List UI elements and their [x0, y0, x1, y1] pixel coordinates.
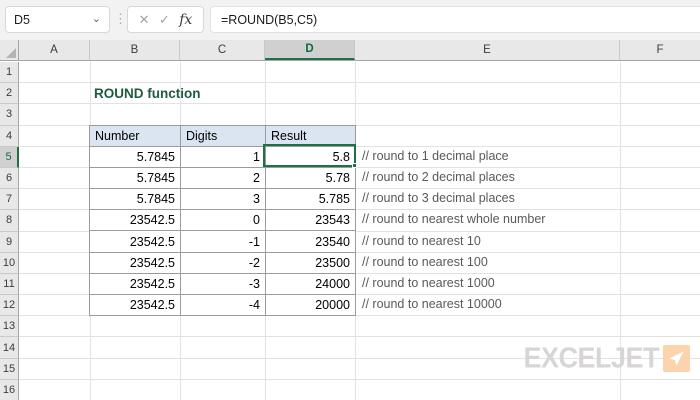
cell-c11[interactable]: -3 — [181, 273, 266, 295]
cell-b11[interactable]: 23542.5 — [90, 273, 181, 295]
formula-text: =ROUND(B5,C5) — [221, 12, 318, 27]
table-header-number[interactable]: Number — [90, 125, 181, 147]
cell-c8[interactable]: 0 — [181, 210, 266, 232]
formula-controls: ✕ ✓ fx — [127, 6, 204, 33]
row-header-7[interactable]: 7 — [0, 189, 19, 211]
comment-row10: // round to nearest 100 — [362, 254, 488, 269]
cell-b9[interactable]: 23542.5 — [90, 231, 181, 253]
more-icon: ⋮ — [114, 11, 127, 26]
row-header-6[interactable]: 6 — [0, 167, 19, 190]
row-header-12[interactable]: 12 — [0, 295, 19, 317]
row-header-2[interactable]: 2 — [0, 83, 19, 105]
comment-row8: // round to nearest whole number — [362, 212, 546, 227]
cell-d9[interactable]: 23540 — [266, 231, 356, 253]
cell-c10[interactable]: -2 — [181, 252, 266, 274]
comment-row11: // round to nearest 1000 — [362, 275, 495, 290]
cell-c12[interactable]: -4 — [181, 295, 266, 317]
chevron-down-icon[interactable]: ⌄ — [92, 14, 101, 25]
comment-row5: // round to 1 decimal place — [362, 148, 509, 163]
name-box-value: D5 — [14, 12, 30, 27]
column-headers: A B C D E F — [0, 40, 700, 61]
formula-bar-area: D5 ⌄ ⋮ ✕ ✓ fx =ROUND(B5,C5) — [0, 0, 700, 40]
column-header-a[interactable]: A — [19, 40, 90, 60]
row-header-1[interactable]: 1 — [0, 62, 19, 84]
column-header-e[interactable]: E — [355, 40, 620, 60]
exceljet-logo: EXCELJET — [523, 342, 690, 374]
cell-d7[interactable]: 5.785 — [266, 189, 356, 211]
cell-d8[interactable]: 23543 — [266, 210, 356, 232]
name-box[interactable]: D5 ⌄ — [5, 6, 110, 33]
sheet-title: ROUND function — [94, 86, 201, 101]
cell-c5[interactable]: 1 — [181, 146, 266, 168]
cell-b12[interactable]: 23542.5 — [90, 295, 181, 317]
comment-row9: // round to nearest 10 — [362, 233, 481, 248]
enter-icon[interactable]: ✓ — [159, 12, 170, 28]
column-header-d-selected[interactable]: D — [265, 40, 355, 60]
cell-c7[interactable]: 3 — [181, 189, 266, 211]
cell-b7[interactable]: 5.7845 — [90, 189, 181, 211]
active-cell-selection[interactable] — [263, 143, 357, 168]
formula-input[interactable]: =ROUND(B5,C5) — [210, 6, 700, 33]
cell-b5[interactable]: 5.7845 — [90, 146, 181, 168]
cell-b8[interactable]: 23542.5 — [90, 210, 181, 232]
row-header-4[interactable]: 4 — [0, 125, 19, 147]
comment-row7: // round to 3 decimal places — [362, 191, 515, 206]
exceljet-logo-text: EXCELJET — [523, 342, 659, 374]
row-header-10[interactable]: 10 — [0, 252, 19, 274]
select-all-triangle-icon — [6, 48, 16, 58]
cell-d10[interactable]: 23500 — [266, 252, 356, 274]
cell-b6[interactable]: 5.7845 — [90, 167, 181, 190]
row-header-5-selected[interactable]: 5 — [0, 146, 19, 168]
table-header-digits[interactable]: Digits — [181, 125, 266, 147]
column-header-b[interactable]: B — [90, 40, 180, 60]
comment-row12: // round to nearest 10000 — [362, 297, 502, 312]
cell-d11[interactable]: 24000 — [266, 273, 356, 295]
row-header-13[interactable]: 13 — [0, 316, 19, 338]
exceljet-arrow-icon — [663, 344, 690, 372]
row-header-16[interactable]: 16 — [0, 379, 19, 400]
cell-d6[interactable]: 5.78 — [266, 167, 356, 190]
column-header-c[interactable]: C — [180, 40, 265, 60]
column-header-f[interactable]: F — [620, 40, 700, 60]
excel-window: D5 ⌄ ⋮ ✕ ✓ fx =ROUND(B5,C5) A B C D E F … — [0, 0, 700, 400]
cell-c6[interactable]: 2 — [181, 167, 266, 190]
comment-row6: // round to 2 decimal places — [362, 169, 515, 184]
cell-c9[interactable]: -1 — [181, 231, 266, 253]
row-header-8[interactable]: 8 — [0, 210, 19, 232]
row-header-9[interactable]: 9 — [0, 231, 19, 253]
row-header-14[interactable]: 14 — [0, 337, 19, 359]
insert-function-icon[interactable]: fx — [179, 12, 192, 28]
cancel-icon[interactable]: ✕ — [139, 12, 150, 28]
row-header-3[interactable]: 3 — [0, 104, 19, 126]
select-all-button[interactable] — [0, 40, 19, 60]
row-headers: 1 2 3 4 5 6 7 8 9 10 11 12 13 14 15 16 — [0, 62, 19, 400]
cell-d12[interactable]: 20000 — [266, 295, 356, 317]
row-header-15[interactable]: 15 — [0, 358, 19, 380]
comments-column: // round to 1 decimal place // round to … — [362, 146, 545, 316]
row-header-11[interactable]: 11 — [0, 273, 19, 296]
cell-b10[interactable]: 23542.5 — [90, 252, 181, 274]
fill-handle[interactable] — [352, 163, 357, 168]
